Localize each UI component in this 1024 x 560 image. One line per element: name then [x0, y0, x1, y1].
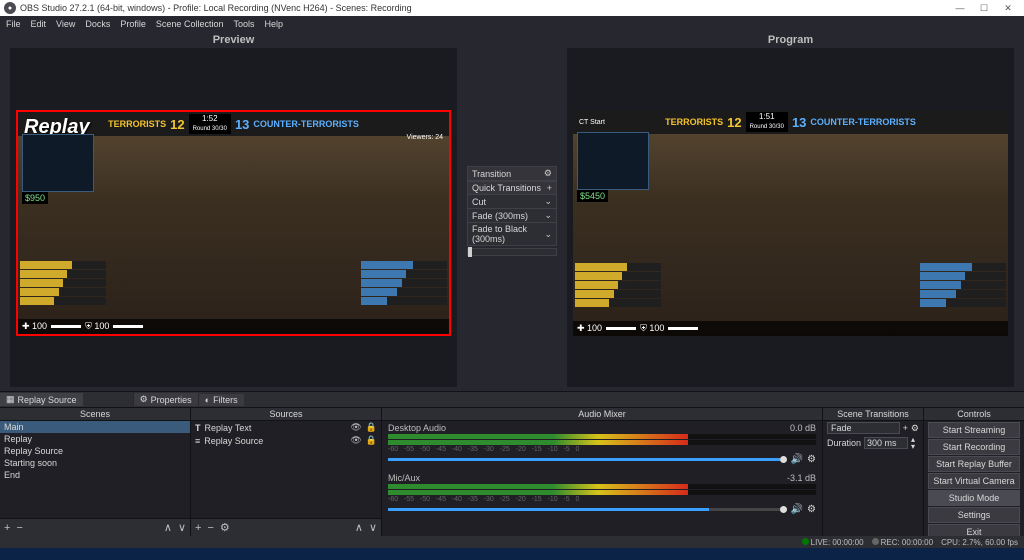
transition-duration-input[interactable] [864, 437, 908, 449]
menu-view[interactable]: View [56, 19, 75, 29]
qt-cut[interactable]: Cut⌄ [467, 195, 557, 209]
menu-file[interactable]: File [6, 19, 21, 29]
volume-slider[interactable] [388, 508, 780, 511]
qt-fade[interactable]: Fade (300ms)⌄ [467, 209, 557, 223]
program-canvas[interactable]: CT Start TERRORISTS 12 1:51Round 30/30 1… [567, 48, 1014, 387]
menu-tools[interactable]: Tools [233, 19, 254, 29]
gear-icon[interactable]: ⚙ [911, 423, 919, 434]
chevron-down-icon: ⌄ [544, 196, 552, 207]
chevron-down-icon: ⌄ [544, 229, 552, 240]
speaker-icon[interactable]: 🔊 [791, 454, 803, 465]
filters-button[interactable]: ◐Filters [198, 394, 244, 406]
program-label: Program [768, 34, 813, 46]
live-dot-icon [802, 538, 809, 545]
t-label: TERRORISTS [108, 119, 166, 129]
control-button-settings[interactable]: Settings [928, 507, 1020, 523]
scene-item[interactable]: End [0, 469, 190, 481]
controls-dock: Controls Start StreamingStart RecordingS… [924, 408, 1024, 536]
scene-item[interactable]: Starting soon [0, 457, 190, 469]
control-button-exit[interactable]: Exit [928, 524, 1020, 536]
transition-select[interactable]: Fade [827, 422, 900, 434]
properties-button[interactable]: ⚙Properties [133, 393, 198, 406]
qt-fadeblack[interactable]: Fade to Black (300ms)⌄ [467, 223, 557, 246]
eye-icon[interactable]: 👁 [350, 435, 361, 446]
menu-profile[interactable]: Profile [120, 19, 146, 29]
source-type-icon: T [195, 423, 201, 433]
scenes-dock: Scenes MainReplayReplay SourceStarting s… [0, 408, 191, 536]
scene-item[interactable]: Replay Source [0, 445, 190, 457]
eye-icon[interactable]: 👁 [350, 422, 361, 433]
source-down-button[interactable]: ∨ [369, 521, 377, 534]
filter-icon: ◐ [205, 395, 210, 405]
remove-scene-button[interactable]: − [16, 522, 22, 534]
ct-score: 13 [235, 117, 249, 132]
minimap [22, 134, 94, 192]
quick-transitions-header: Quick Transitions + [467, 181, 557, 195]
source-type-icon: ≡ [195, 436, 200, 446]
source-item[interactable]: ≡Replay Source👁🔒 [191, 434, 381, 447]
scene-item[interactable]: Main [0, 421, 190, 433]
source-item[interactable]: TReplay Text👁🔒 [191, 421, 381, 434]
preview-label: Preview [213, 34, 255, 46]
gear-icon[interactable]: ⚙ [807, 454, 816, 465]
video-icon: ▦ [6, 394, 15, 405]
audio-mixer-dock: Audio Mixer Desktop Audio0.0 dB-60 -55 -… [382, 408, 823, 536]
scene-up-button[interactable]: ∧ [164, 521, 172, 534]
scene-transitions-dock: Scene Transitions Fade + ⚙ Duration ▴▾ [823, 408, 924, 536]
speaker-icon[interactable]: 🔊 [791, 504, 803, 515]
control-button-start-streaming[interactable]: Start Streaming [928, 422, 1020, 438]
menu-edit[interactable]: Edit [31, 19, 47, 29]
menu-docks[interactable]: Docks [85, 19, 110, 29]
sources-dock: Sources TReplay Text👁🔒≡Replay Source👁🔒 +… [191, 408, 382, 536]
ct-label: COUNTER-TERRORISTS [253, 119, 359, 129]
transition-slider[interactable] [467, 248, 557, 256]
window-title: OBS Studio 27.2.1 (64-bit, windows) - Pr… [20, 3, 412, 13]
add-scene-button[interactable]: + [4, 522, 10, 534]
chevron-down-icon: ⌄ [544, 210, 552, 221]
app-logo: ● [4, 2, 16, 14]
source-settings-button[interactable]: ⚙ [220, 521, 230, 534]
control-button-start-virtual-camera[interactable]: Start Virtual Camera [928, 473, 1020, 489]
scoreboard-ct [361, 261, 447, 306]
stepper-icon[interactable]: ▴▾ [911, 436, 915, 450]
minimap [577, 132, 649, 190]
control-button-studio-mode[interactable]: Studio Mode [928, 490, 1020, 506]
menu-help[interactable]: Help [264, 19, 283, 29]
gear-icon: ⚙ [140, 394, 148, 405]
cpu-status: CPU: 2.7%, 60.00 fps [941, 538, 1018, 547]
preview-canvas[interactable]: TERRORISTS 12 1:52Round 30/30 13 COUNTER… [10, 48, 457, 387]
transition-button[interactable]: Transition ⚙ [467, 166, 557, 181]
remove-source-button[interactable]: − [207, 522, 213, 534]
lock-icon[interactable]: 🔒 [366, 422, 377, 433]
gear-icon[interactable]: ⚙ [807, 504, 816, 515]
add-source-button[interactable]: + [195, 522, 201, 534]
gear-icon[interactable]: ⚙ [544, 168, 552, 179]
audio-channel: Mic/Aux-3.1 dB-60 -55 -50 -45 -40 -35 -3… [382, 471, 822, 521]
menubar: File Edit View Docks Profile Scene Colle… [0, 16, 1024, 32]
volume-slider[interactable] [388, 458, 780, 461]
money-left: $950 [22, 192, 48, 204]
selected-source-chip[interactable]: ▦Replay Source [0, 393, 83, 406]
minimize-button[interactable]: — [948, 3, 972, 13]
maximize-button[interactable]: ☐ [972, 3, 996, 14]
audio-channel: Desktop Audio0.0 dB-60 -55 -50 -45 -40 -… [382, 421, 822, 471]
money-right: $5450 [577, 190, 608, 202]
plus-icon[interactable]: + [547, 183, 552, 193]
menu-scene-collection[interactable]: Scene Collection [156, 19, 224, 29]
source-up-button[interactable]: ∧ [355, 521, 363, 534]
rec-dot-icon [872, 538, 879, 545]
scene-down-button[interactable]: ∨ [178, 521, 186, 534]
close-button[interactable]: ✕ [996, 3, 1020, 14]
lock-icon[interactable]: 🔒 [366, 435, 377, 446]
scoreboard-t [20, 261, 106, 306]
t-score: 12 [170, 117, 184, 132]
control-button-start-recording[interactable]: Start Recording [928, 439, 1020, 455]
scene-item[interactable]: Replay [0, 433, 190, 445]
control-button-start-replay-buffer[interactable]: Start Replay Buffer [928, 456, 1020, 472]
plus-icon[interactable]: + [903, 423, 908, 433]
